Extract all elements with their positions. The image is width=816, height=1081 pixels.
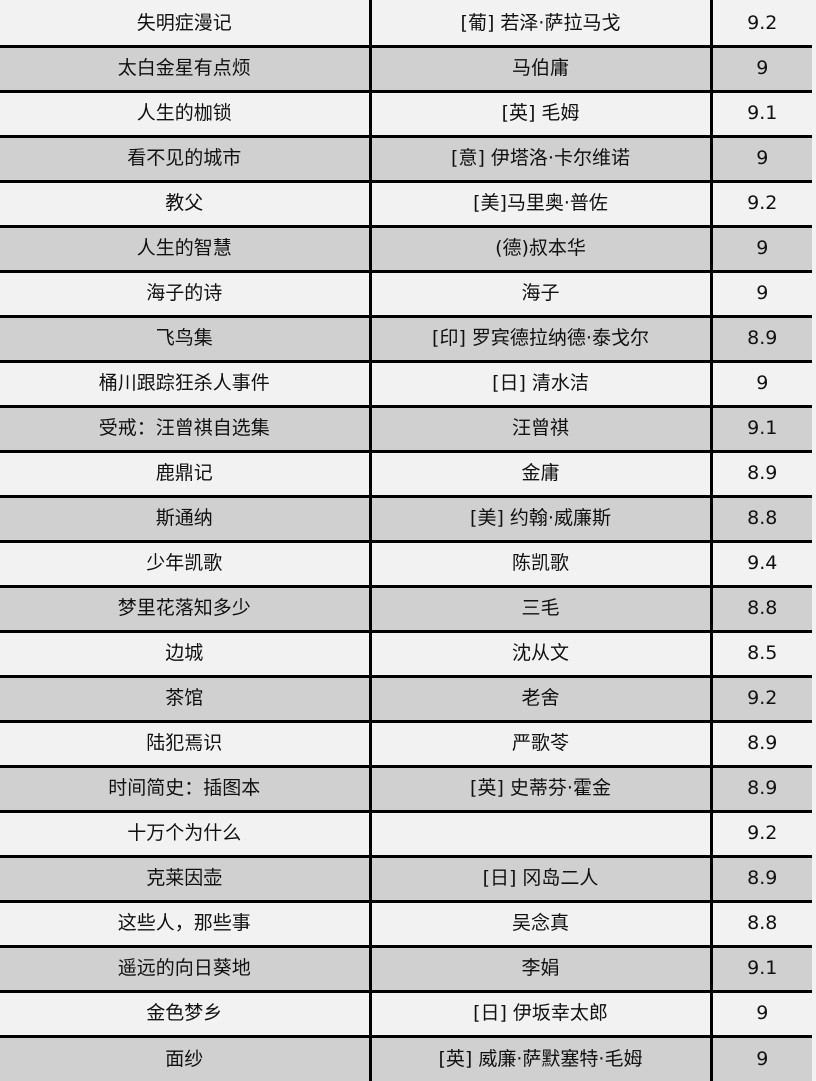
- book-rating-cell: 9.4: [709, 539, 812, 586]
- book-table-body: 失明症漫记 [葡] 若泽·萨拉马戈 9.2 太白金星有点烦 马伯庸 9 人生的枷锁 [英] 毛…: [0, 1, 812, 1081]
- book-title-cell: 梦里花落知多少: [0, 584, 370, 631]
- book-rating-cell: 9: [709, 1034, 812, 1081]
- book-title-cell: 教父: [0, 179, 370, 226]
- table-row: 太白金星有点烦 马伯庸 9: [0, 44, 812, 91]
- book-author-cell: [葡] 若泽·萨拉马戈: [368, 1, 711, 46]
- table-row: 面纱 [英] 威廉·萨默塞特·毛姆 9: [0, 1034, 812, 1081]
- book-author-cell: [印] 罗宾德拉纳德·泰戈尔: [368, 314, 711, 361]
- book-rating-cell: 9.1: [709, 944, 812, 991]
- book-author-cell: [英] 毛姆: [368, 89, 711, 136]
- book-author-cell: 三毛: [368, 584, 711, 631]
- book-author-cell: [英] 威廉·萨默塞特·毛姆: [368, 1034, 711, 1081]
- book-rating-table: 失明症漫记 [葡] 若泽·萨拉马戈 9.2 太白金星有点烦 马伯庸 9 人生的枷锁 [英] 毛…: [0, 0, 812, 1081]
- book-rating-cell: 9.1: [709, 404, 812, 451]
- book-author-cell: [日] 清水洁: [368, 359, 711, 406]
- table-row: 人生的枷锁 [英] 毛姆 9.1: [0, 89, 812, 136]
- book-author-cell: 沈从文: [368, 629, 711, 676]
- table-row: 边城 沈从文 8.5: [0, 629, 812, 676]
- book-author-cell: [美] 约翰·威廉斯: [368, 494, 711, 541]
- book-title-cell: 金色梦乡: [0, 989, 370, 1036]
- book-author-cell: [日] 冈岛二人: [368, 854, 711, 901]
- book-rating-cell: 9: [709, 269, 812, 316]
- book-rating-cell: 9.2: [709, 179, 812, 226]
- book-author-cell: 严歌苓: [368, 719, 711, 766]
- book-rating-cell: 8.9: [709, 764, 812, 811]
- book-title-cell: 克莱因壶: [0, 854, 370, 901]
- book-title-cell: 陆犯焉识: [0, 719, 370, 766]
- book-rating-cell: 9.2: [709, 1, 812, 46]
- book-title-cell: 受戒：汪曾祺自选集: [0, 404, 370, 451]
- book-rating-cell: 9: [709, 224, 812, 271]
- book-title-cell: 茶馆: [0, 674, 370, 721]
- table-row: 鹿鼎记 金庸 8.9: [0, 449, 812, 496]
- book-rating-cell: 8.9: [709, 314, 812, 361]
- table-row: 海子的诗 海子 9: [0, 269, 812, 316]
- book-rating-cell: 9: [709, 44, 812, 91]
- book-author-cell: 吴念真: [368, 899, 711, 946]
- table-row: 失明症漫记 [葡] 若泽·萨拉马戈 9.2: [0, 1, 812, 46]
- book-title-cell: 斯通纳: [0, 494, 370, 541]
- table-row: 斯通纳 [美] 约翰·威廉斯 8.8: [0, 494, 812, 541]
- table-row: 少年凯歌 陈凯歌 9.4: [0, 539, 812, 586]
- book-rating-cell: 9.2: [709, 809, 812, 856]
- book-rating-cell: 8.8: [709, 899, 812, 946]
- table-row: 遥远的向日葵地 李娟 9.1: [0, 944, 812, 991]
- book-author-cell: [368, 809, 711, 856]
- table-row: 梦里花落知多少 三毛 8.8: [0, 584, 812, 631]
- book-author-cell: 马伯庸: [368, 44, 711, 91]
- book-rating-cell: 8.8: [709, 584, 812, 631]
- book-title-cell: 桶川跟踪狂杀人事件: [0, 359, 370, 406]
- book-title-cell: 时间简史：插图本: [0, 764, 370, 811]
- book-author-cell: [日] 伊坂幸太郎: [368, 989, 711, 1036]
- book-author-cell: [美]马里奥·普佐: [368, 179, 711, 226]
- book-author-cell: 金庸: [368, 449, 711, 496]
- book-rating-cell: 8.8: [709, 494, 812, 541]
- book-author-cell: 老舍: [368, 674, 711, 721]
- book-title-cell: 鹿鼎记: [0, 449, 370, 496]
- book-title-cell: 失明症漫记: [0, 1, 370, 46]
- table-row: 茶馆 老舍 9.2: [0, 674, 812, 721]
- table-row: 看不见的城市 [意] 伊塔洛·卡尔维诺 9: [0, 134, 812, 181]
- book-author-cell: [英] 史蒂芬·霍金: [368, 764, 711, 811]
- table-row: 克莱因壶 [日] 冈岛二人 8.9: [0, 854, 812, 901]
- book-author-cell: [意] 伊塔洛·卡尔维诺: [368, 134, 711, 181]
- book-title-cell: 少年凯歌: [0, 539, 370, 586]
- book-author-cell: (德)叔本华: [368, 224, 711, 271]
- table-row: 飞鸟集 [印] 罗宾德拉纳德·泰戈尔 8.9: [0, 314, 812, 361]
- book-rating-cell: 9: [709, 989, 812, 1036]
- book-title-cell: 遥远的向日葵地: [0, 944, 370, 991]
- book-author-cell: 李娟: [368, 944, 711, 991]
- table-row: 时间简史：插图本 [英] 史蒂芬·霍金 8.9: [0, 764, 812, 811]
- book-rating-cell: 8.9: [709, 854, 812, 901]
- book-title-cell: 面纱: [0, 1034, 370, 1081]
- book-author-cell: 海子: [368, 269, 711, 316]
- book-rating-cell: 9.1: [709, 89, 812, 136]
- book-rating-cell: 8.9: [709, 449, 812, 496]
- book-title-cell: 人生的枷锁: [0, 89, 370, 136]
- book-rating-cell: 9.2: [709, 674, 812, 721]
- book-title-cell: 边城: [0, 629, 370, 676]
- book-rating-cell: 9: [709, 359, 812, 406]
- book-title-cell: 太白金星有点烦: [0, 44, 370, 91]
- book-rating-cell: 8.9: [709, 719, 812, 766]
- book-title-cell: 这些人，那些事: [0, 899, 370, 946]
- table-row: 这些人，那些事 吴念真 8.8: [0, 899, 812, 946]
- table-row: 陆犯焉识 严歌苓 8.9: [0, 719, 812, 766]
- book-title-cell: 看不见的城市: [0, 134, 370, 181]
- book-author-cell: 汪曾祺: [368, 404, 711, 451]
- book-rating-cell: 8.5: [709, 629, 812, 676]
- book-title-cell: 十万个为什么: [0, 809, 370, 856]
- table-row: 受戒：汪曾祺自选集 汪曾祺 9.1: [0, 404, 812, 451]
- table-row: 桶川跟踪狂杀人事件 [日] 清水洁 9: [0, 359, 812, 406]
- table-row: 人生的智慧 (德)叔本华 9: [0, 224, 812, 271]
- book-title-cell: 飞鸟集: [0, 314, 370, 361]
- book-author-cell: 陈凯歌: [368, 539, 711, 586]
- table-row: 教父 [美]马里奥·普佐 9.2: [0, 179, 812, 226]
- table-row: 十万个为什么 9.2: [0, 809, 812, 856]
- table-row: 金色梦乡 [日] 伊坂幸太郎 9: [0, 989, 812, 1036]
- book-title-cell: 海子的诗: [0, 269, 370, 316]
- book-title-cell: 人生的智慧: [0, 224, 370, 271]
- book-rating-cell: 9: [709, 134, 812, 181]
